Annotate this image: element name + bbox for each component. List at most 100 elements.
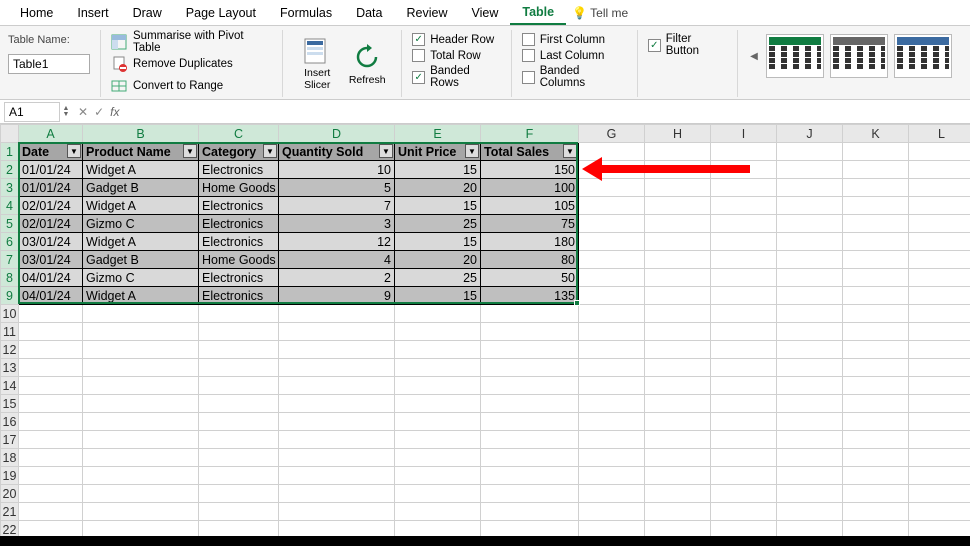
filter-dropdown-icon[interactable]: ▼ [379, 144, 393, 158]
name-box[interactable] [4, 102, 60, 122]
table-style-green[interactable] [766, 34, 824, 78]
header-row-checkbox[interactable]: Header Row [412, 33, 501, 46]
empty-cell[interactable] [19, 467, 83, 485]
empty-cell[interactable] [199, 449, 279, 467]
empty-cell[interactable] [909, 305, 970, 323]
empty-cell[interactable] [19, 359, 83, 377]
row-header-11[interactable]: 11 [1, 323, 19, 341]
empty-cell[interactable] [711, 413, 777, 431]
empty-cell[interactable] [579, 179, 645, 197]
empty-cell[interactable] [279, 377, 395, 395]
table-cell[interactable]: Gadget B [83, 251, 199, 269]
table-cell[interactable]: 10 [279, 161, 395, 179]
empty-cell[interactable] [481, 485, 579, 503]
empty-cell[interactable] [711, 485, 777, 503]
empty-cell[interactable] [843, 251, 909, 269]
table-cell[interactable]: 25 [395, 269, 481, 287]
table-header-cell[interactable]: Product Name▼ [83, 143, 199, 161]
empty-cell[interactable] [395, 395, 481, 413]
select-all-corner[interactable] [1, 125, 19, 143]
first-column-checkbox[interactable]: First Column [522, 33, 627, 46]
empty-cell[interactable] [645, 323, 711, 341]
empty-cell[interactable] [199, 413, 279, 431]
empty-cell[interactable] [199, 503, 279, 521]
table-cell[interactable]: 01/01/24 [19, 161, 83, 179]
empty-cell[interactable] [909, 413, 970, 431]
table-cell[interactable]: Home Goods [199, 251, 279, 269]
table-cell[interactable]: 25 [395, 215, 481, 233]
empty-cell[interactable] [843, 305, 909, 323]
empty-cell[interactable] [777, 449, 843, 467]
empty-cell[interactable] [579, 485, 645, 503]
filter-button-checkbox[interactable]: Filter Button [648, 33, 727, 57]
table-header-cell[interactable]: Category▼ [199, 143, 279, 161]
empty-cell[interactable] [481, 377, 579, 395]
empty-cell[interactable] [645, 161, 711, 179]
empty-cell[interactable] [579, 215, 645, 233]
empty-cell[interactable] [579, 323, 645, 341]
empty-cell[interactable] [481, 449, 579, 467]
styles-prev-button[interactable]: ◀ [748, 36, 760, 76]
table-cell[interactable]: 20 [395, 179, 481, 197]
table-style-gray[interactable] [830, 34, 888, 78]
empty-cell[interactable] [83, 431, 199, 449]
empty-cell[interactable] [909, 431, 970, 449]
empty-cell[interactable] [909, 503, 970, 521]
table-cell[interactable]: Electronics [199, 215, 279, 233]
filter-dropdown-icon[interactable]: ▼ [183, 144, 197, 158]
empty-cell[interactable] [481, 413, 579, 431]
cancel-formula-button[interactable]: ✕ [78, 105, 88, 119]
name-box-dropdown[interactable]: ▲▼ [60, 106, 72, 118]
empty-cell[interactable] [279, 431, 395, 449]
empty-cell[interactable] [279, 449, 395, 467]
empty-cell[interactable] [645, 485, 711, 503]
empty-cell[interactable] [843, 467, 909, 485]
table-cell[interactable]: 5 [279, 179, 395, 197]
empty-cell[interactable] [83, 323, 199, 341]
empty-cell[interactable] [777, 197, 843, 215]
table-cell[interactable]: 50 [481, 269, 579, 287]
empty-cell[interactable] [645, 467, 711, 485]
empty-cell[interactable] [395, 323, 481, 341]
empty-cell[interactable] [19, 431, 83, 449]
table-cell[interactable]: 20 [395, 251, 481, 269]
tab-table[interactable]: Table [510, 1, 566, 25]
row-header-14[interactable]: 14 [1, 377, 19, 395]
column-header-H[interactable]: H [645, 125, 711, 143]
empty-cell[interactable] [711, 233, 777, 251]
empty-cell[interactable] [199, 377, 279, 395]
empty-cell[interactable] [481, 431, 579, 449]
empty-cell[interactable] [579, 161, 645, 179]
empty-cell[interactable] [843, 449, 909, 467]
last-column-checkbox[interactable]: Last Column [522, 49, 627, 62]
table-cell[interactable]: 75 [481, 215, 579, 233]
summarise-pivot-button[interactable]: Summarise with Pivot Table [111, 32, 272, 52]
empty-cell[interactable] [777, 431, 843, 449]
column-header-I[interactable]: I [711, 125, 777, 143]
table-cell[interactable]: Home Goods [199, 179, 279, 197]
banded-rows-checkbox[interactable]: Banded Rows [412, 65, 501, 89]
row-header-12[interactable]: 12 [1, 341, 19, 359]
empty-cell[interactable] [909, 341, 970, 359]
empty-cell[interactable] [711, 377, 777, 395]
empty-cell[interactable] [843, 287, 909, 305]
column-header-B[interactable]: B [83, 125, 199, 143]
column-header-E[interactable]: E [395, 125, 481, 143]
fx-label[interactable]: fx [110, 105, 119, 119]
empty-cell[interactable] [711, 449, 777, 467]
empty-cell[interactable] [777, 161, 843, 179]
empty-cell[interactable] [645, 233, 711, 251]
empty-cell[interactable] [83, 485, 199, 503]
empty-cell[interactable] [909, 179, 970, 197]
empty-cell[interactable] [481, 503, 579, 521]
row-header-4[interactable]: 4 [1, 197, 19, 215]
empty-cell[interactable] [777, 485, 843, 503]
empty-cell[interactable] [645, 431, 711, 449]
empty-cell[interactable] [909, 251, 970, 269]
empty-cell[interactable] [83, 305, 199, 323]
empty-cell[interactable] [579, 431, 645, 449]
empty-cell[interactable] [199, 305, 279, 323]
row-header-17[interactable]: 17 [1, 431, 19, 449]
empty-cell[interactable] [909, 395, 970, 413]
empty-cell[interactable] [481, 395, 579, 413]
